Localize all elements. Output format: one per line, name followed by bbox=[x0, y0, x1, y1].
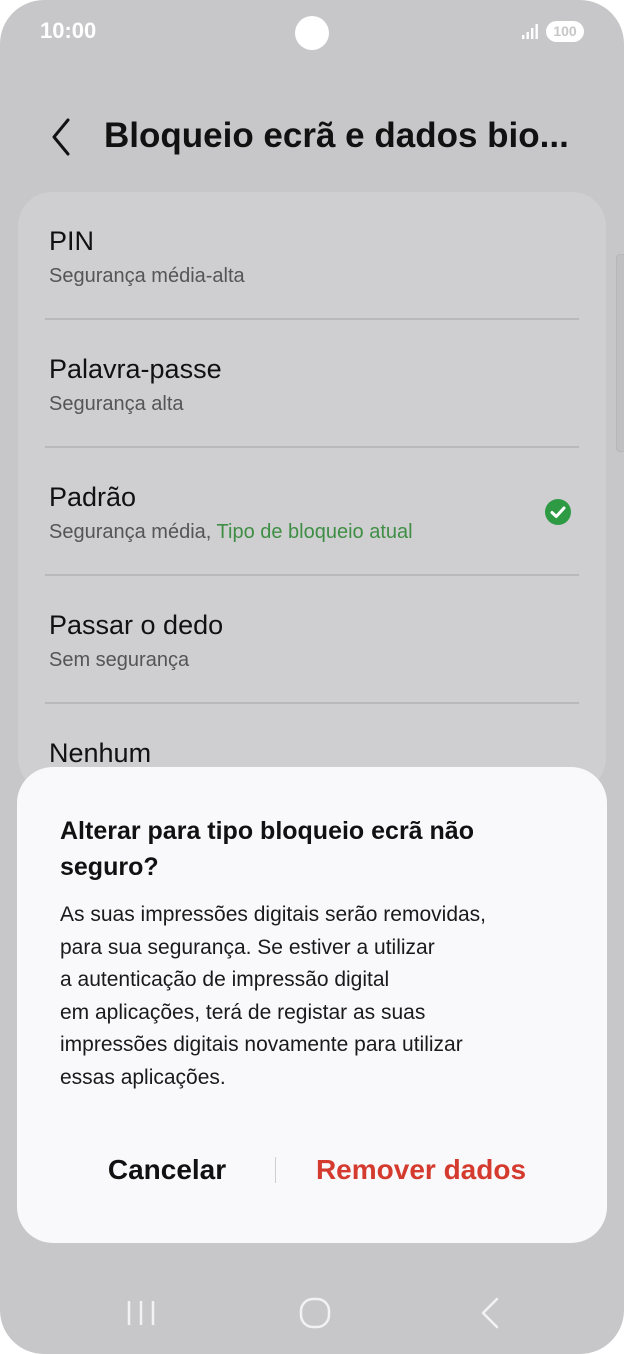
option-title: Palavra-passe bbox=[49, 354, 222, 384]
lock-type-list: PIN Segurança média-alta Palavra-passe S… bbox=[18, 192, 606, 792]
option-title: PIN bbox=[49, 226, 95, 256]
scrollbar[interactable] bbox=[616, 254, 624, 452]
cancel-button[interactable]: Cancelar bbox=[77, 1147, 257, 1193]
dialog-message-line: As suas impressões digitais serão removi… bbox=[60, 903, 487, 926]
option-title: Nenhum bbox=[49, 738, 152, 768]
dialog-message-line: a autenticação de impressão digital bbox=[60, 968, 390, 991]
dialog-message-line: essas aplicações. bbox=[60, 1065, 226, 1089]
option-subtitle: Segurança alta bbox=[49, 393, 184, 415]
option-title: Padrão bbox=[49, 482, 137, 512]
dialog-title-line: seguro? bbox=[60, 853, 159, 881]
option-subtitle-text: Segurança média, bbox=[49, 521, 212, 543]
signal-icon bbox=[522, 24, 538, 39]
dialog-message: As suas impressões digitais serão removi… bbox=[60, 899, 580, 1094]
option-swipe[interactable]: Passar o dedo Sem segurança bbox=[18, 576, 606, 704]
phone-screen: 10:00 100 Bloqueio ecrã e dados bio... P… bbox=[0, 0, 624, 1354]
home-icon[interactable] bbox=[296, 1290, 334, 1336]
dialog-message-line: impressões digitais novamente para utili… bbox=[60, 1033, 463, 1056]
button-separator bbox=[275, 1157, 276, 1183]
confirm-dialog: Alterar para tipo bloqueio ecrã não segu… bbox=[17, 767, 607, 1243]
dialog-title: Alterar para tipo bloqueio ecrã não segu… bbox=[60, 813, 580, 885]
dialog-title-line: Alterar para tipo bloqueio ecrã não bbox=[60, 817, 474, 845]
current-lock-label: Tipo de bloqueio atual bbox=[216, 521, 413, 543]
chevron-left-icon[interactable] bbox=[44, 114, 80, 160]
option-password[interactable]: Palavra-passe Segurança alta bbox=[18, 320, 606, 448]
option-subtitle: Segurança média, Tipo de bloqueio atual bbox=[49, 521, 413, 544]
option-subtitle: Sem segurança bbox=[49, 649, 190, 671]
camera-cutout bbox=[295, 16, 329, 50]
option-title: Passar o dedo bbox=[49, 610, 224, 640]
recent-apps-icon[interactable] bbox=[122, 1290, 160, 1336]
option-subtitle: Segurança média-alta bbox=[49, 265, 245, 287]
dialog-message-line: em aplicações, terá de registar as suas bbox=[60, 1000, 426, 1024]
page-title: Bloqueio ecrã e dados bio... bbox=[104, 116, 569, 155]
dialog-message-line: para sua segurança. Se estiver a utiliza… bbox=[60, 935, 435, 959]
back-icon[interactable] bbox=[472, 1290, 510, 1336]
option-pattern[interactable]: Padrão Segurança média, Tipo de bloqueio… bbox=[18, 448, 606, 576]
remove-data-button[interactable]: Remover dados bbox=[289, 1147, 553, 1193]
option-pin[interactable]: PIN Segurança média-alta bbox=[18, 192, 606, 320]
check-circle-icon bbox=[545, 499, 571, 525]
status-time: 10:00 bbox=[40, 18, 97, 43]
battery-indicator: 100 bbox=[546, 21, 584, 42]
